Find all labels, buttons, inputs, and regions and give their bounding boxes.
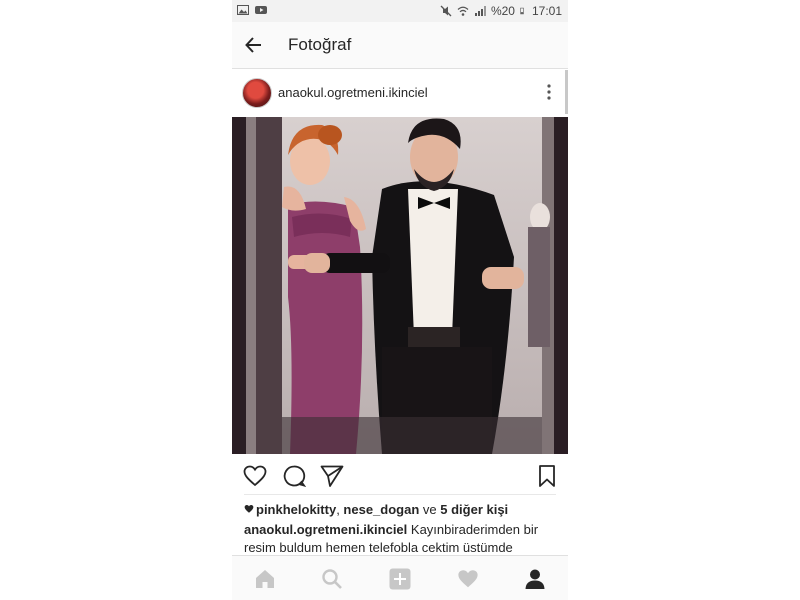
- battery-percent: %20: [490, 4, 515, 18]
- post-username[interactable]: anaokul.ogretmeni.ikinciel: [278, 85, 428, 100]
- heart-icon[interactable]: [243, 464, 267, 488]
- profile-icon[interactable]: [524, 568, 546, 590]
- signal-icon: [474, 6, 486, 16]
- battery-icon: [520, 7, 524, 15]
- clock: 17:01: [531, 4, 562, 18]
- scrollbar[interactable]: [565, 70, 568, 114]
- wifi-icon: [457, 6, 469, 16]
- avatar[interactable]: [242, 78, 272, 108]
- liker-username[interactable]: nese_dogan: [343, 502, 419, 517]
- youtube-icon: [255, 6, 267, 14]
- post-photo[interactable]: [232, 117, 568, 454]
- activity-heart-icon[interactable]: [457, 568, 479, 590]
- bookmark-icon[interactable]: [535, 464, 559, 488]
- comment-icon[interactable]: [282, 464, 306, 488]
- page-title: Fotoğraf: [288, 35, 352, 54]
- bottom-navigation: [232, 555, 568, 600]
- mute-icon: [440, 5, 452, 17]
- add-post-icon[interactable]: [389, 568, 411, 590]
- small-heart-icon: [244, 505, 254, 513]
- home-icon[interactable]: [254, 568, 276, 590]
- image-icon: [237, 5, 249, 15]
- share-icon[interactable]: [320, 464, 344, 488]
- app-header: Fotoğraf: [232, 22, 568, 69]
- likes-line[interactable]: pinkhelokitty, nese_dogan ve 5 diğer kiş…: [244, 502, 508, 517]
- status-bar: %20 17:01: [232, 0, 568, 22]
- search-icon[interactable]: [321, 568, 343, 590]
- post-caption: anaokul.ogretmeni.ikinciel Kayınbiraderi…: [244, 521, 544, 557]
- likes-conjunction: ve: [419, 502, 441, 517]
- divider: [244, 494, 556, 495]
- post-header: anaokul.ogretmeni.ikinciel: [232, 70, 568, 116]
- post-actions: [232, 458, 568, 492]
- caption-username[interactable]: anaokul.ogretmeni.ikinciel: [244, 522, 407, 537]
- likes-others[interactable]: 5 diğer kişi: [440, 502, 508, 517]
- liker-username[interactable]: pinkhelokitty: [256, 502, 336, 517]
- more-options-icon[interactable]: [546, 83, 552, 101]
- phone-screen: %20 17:01 Fotoğraf anaokul.ogretmeni.iki…: [232, 0, 568, 600]
- back-arrow-icon[interactable]: [244, 35, 264, 55]
